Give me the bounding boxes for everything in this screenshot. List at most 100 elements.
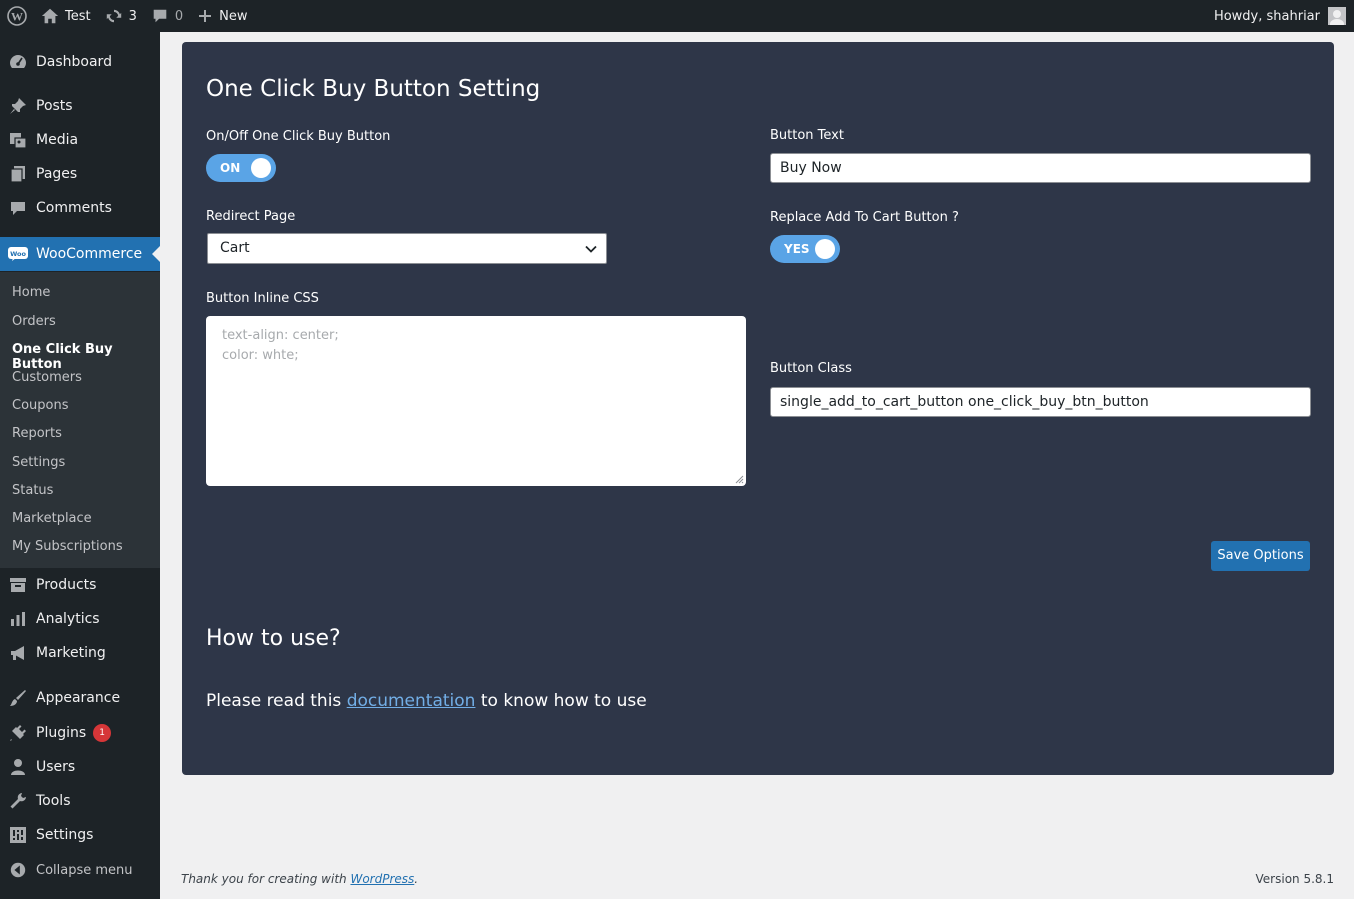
submenu-item-reports[interactable]: Reports [12, 426, 62, 441]
new-content-menu[interactable]: New [190, 0, 254, 32]
sidebar-item-marketing[interactable]: Marketing [0, 636, 160, 670]
footer-thanks: Thank you for creating with WordPress. [181, 872, 418, 886]
site-name-menu[interactable]: Test [34, 0, 98, 32]
svg-text:Woo: Woo [10, 250, 26, 258]
user-icon [0, 757, 36, 777]
dashboard-icon [0, 52, 36, 72]
bar-chart-icon [0, 609, 36, 629]
submenu-item-home[interactable]: Home [12, 285, 50, 300]
comment-icon [153, 9, 167, 23]
plug-icon [0, 723, 36, 743]
sidebar-item-tools[interactable]: Tools [0, 784, 160, 818]
sidebar-item-comments[interactable]: Comments [0, 191, 160, 225]
wp-logo-menu[interactable]: W [0, 0, 34, 32]
media-icon [0, 130, 36, 150]
plus-icon [199, 10, 212, 22]
sidebar-item-label: Tools [36, 793, 71, 809]
redirect-page-value: Cart [220, 240, 250, 256]
inline-css-placeholder-line: text-align: center; [222, 328, 339, 343]
submenu-item-orders[interactable]: Orders [12, 314, 56, 329]
sidebar-item-label: Products [36, 577, 97, 593]
sidebar-item-products[interactable]: Products [0, 568, 160, 602]
toggle-knob [251, 158, 271, 178]
comments-menu[interactable]: 0 [144, 0, 190, 32]
resize-grip-icon[interactable] [734, 474, 744, 484]
footer-thanks-suffix: . [414, 872, 419, 886]
settings-panel: One Click Buy Button Setting On/Off One … [182, 42, 1334, 775]
svg-text:W: W [11, 10, 23, 24]
submenu-item-marketplace[interactable]: Marketplace [12, 511, 92, 526]
replace-cart-label: Replace Add To Cart Button ? [770, 210, 959, 225]
updates-menu[interactable]: 3 [98, 0, 144, 32]
sidebar-item-label: Marketing [36, 645, 106, 661]
submenu-item-one-click-buy-button[interactable]: One Click Buy Button [12, 342, 160, 372]
replace-cart-toggle[interactable]: YES [770, 235, 840, 263]
admin-sidebar: Dashboard Posts Media Pages Comments Woo… [0, 32, 160, 899]
updates-count: 3 [128, 8, 137, 24]
sidebar-item-label: WooCommerce [36, 246, 143, 262]
comment-icon [0, 198, 36, 218]
sidebar-item-label: Analytics [36, 611, 100, 627]
collapse-icon [0, 861, 36, 879]
sidebar-item-plugins[interactable]: Plugins 1 [0, 716, 160, 750]
sidebar-item-label: Posts [36, 98, 73, 114]
how-to-use-heading: How to use? [206, 626, 341, 651]
save-options-button[interactable]: Save Options [1211, 541, 1310, 571]
sidebar-item-settings[interactable]: Settings [0, 818, 160, 852]
brush-icon [0, 688, 36, 708]
howdy-text: Howdy, shahriar [1213, 8, 1320, 24]
submenu-item-customers[interactable]: Customers [12, 370, 82, 385]
redirect-page-label: Redirect Page [206, 209, 296, 224]
onoff-toggle[interactable]: ON [206, 154, 276, 182]
submenu-item-status[interactable]: Status [12, 483, 53, 498]
page-title: One Click Buy Button Setting [206, 76, 541, 102]
sidebar-item-posts[interactable]: Posts [0, 89, 160, 123]
redirect-page-select[interactable]: Cart [207, 233, 607, 264]
inline-css-placeholder-line: color: whte; [222, 348, 299, 363]
site-name: Test [65, 8, 91, 24]
onoff-label: On/Off One Click Buy Button [206, 129, 391, 144]
collapse-menu-label: Collapse menu [36, 862, 133, 878]
sidebar-item-analytics[interactable]: Analytics [0, 602, 160, 636]
button-text-input[interactable]: Buy Now [770, 153, 1311, 183]
sidebar-item-pages[interactable]: Pages [0, 157, 160, 191]
new-label: New [219, 8, 248, 24]
my-account-menu[interactable]: Howdy, shahriar [1214, 0, 1346, 32]
inline-css-label: Button Inline CSS [206, 291, 319, 306]
inline-css-textarea[interactable]: text-align: center; color: whte; [206, 316, 746, 486]
submenu-item-my-subscriptions[interactable]: My Subscriptions [12, 539, 123, 554]
documentation-link[interactable]: documentation [347, 691, 476, 711]
woocommerce-icon: Woo [0, 246, 36, 262]
sidebar-item-woocommerce[interactable]: Woo WooCommerce [0, 237, 160, 271]
wordpress-logo-icon: W [7, 6, 27, 26]
sidebar-item-media[interactable]: Media [0, 123, 160, 157]
footer-version: Version 5.8.1 [1255, 872, 1334, 886]
settings-icon [0, 825, 36, 845]
replace-cart-toggle-text: YES [784, 242, 810, 256]
sidebar-item-label: Settings [36, 827, 94, 843]
sidebar-item-users[interactable]: Users [0, 750, 160, 784]
avatar [1328, 7, 1346, 25]
pages-icon [0, 164, 36, 184]
submenu-item-settings[interactable]: Settings [12, 455, 65, 470]
home-icon [41, 8, 59, 24]
collapse-menu-button[interactable]: Collapse menu [0, 855, 133, 885]
sidebar-item-label: Plugins [36, 725, 87, 741]
submenu-item-coupons[interactable]: Coupons [12, 398, 69, 413]
comments-count: 0 [174, 8, 184, 24]
admin-bar: W Test 3 0 New Howdy, shahriar [0, 0, 1354, 32]
button-class-input[interactable]: single_add_to_cart_button one_click_buy_… [770, 387, 1311, 417]
sidebar-item-label: Media [36, 132, 79, 148]
how-to-use-prefix: Please read this [206, 691, 342, 711]
sidebar-item-dashboard[interactable]: Dashboard [0, 45, 160, 79]
pin-icon [0, 96, 36, 116]
footer-thanks-prefix: Thank you for creating with [181, 872, 347, 886]
sidebar-item-appearance[interactable]: Appearance [0, 681, 160, 715]
onoff-toggle-text: ON [220, 161, 241, 175]
updates-icon [106, 9, 121, 23]
megaphone-icon [0, 643, 36, 663]
sidebar-item-label: Dashboard [36, 54, 112, 70]
plugins-update-badge: 1 [93, 724, 112, 742]
wordpress-link[interactable]: WordPress [350, 872, 414, 886]
sidebar-item-label: Comments [36, 200, 112, 216]
